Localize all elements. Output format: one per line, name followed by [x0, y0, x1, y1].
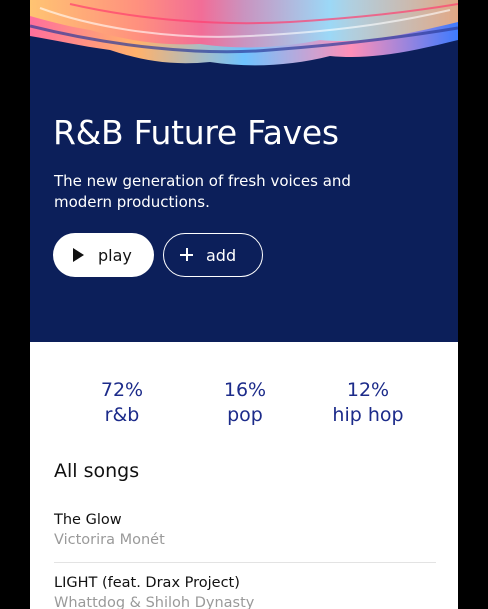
genre-stat-rnb: 72% r&b	[72, 378, 172, 428]
genre-name: pop	[227, 404, 263, 426]
add-button-label: add	[206, 245, 237, 265]
genre-percent: 16%	[223, 379, 267, 401]
playlist-screen: R&B Future Faves The new generation of f…	[30, 0, 458, 609]
song-list-item[interactable]: The Glow Victorira Monét	[54, 510, 436, 563]
genre-stat-hip-hop: 12% hip hop	[318, 378, 418, 428]
play-button-label: play	[98, 245, 132, 265]
genre-name: r&b	[104, 404, 140, 426]
song-title: The Glow	[54, 512, 122, 528]
playlist-title: R&B Future Faves	[53, 113, 339, 152]
song-list-item[interactable]: LIGHT (feat. Drax Project) Whattdog & Sh…	[54, 573, 436, 609]
song-title: LIGHT (feat. Drax Project)	[54, 575, 240, 591]
play-icon	[72, 248, 86, 262]
genre-percent: 72%	[100, 379, 144, 401]
add-button[interactable]: add	[163, 233, 263, 277]
genre-percent: 12%	[346, 379, 390, 401]
play-button[interactable]: play	[53, 233, 154, 277]
genre-stat-pop: 16% pop	[195, 378, 295, 428]
playlist-description: The new generation of fresh voices and m…	[54, 172, 351, 211]
plus-icon	[180, 248, 194, 262]
song-artist: Victorira Monét	[54, 532, 165, 548]
all-songs-heading: All songs	[54, 460, 140, 482]
playlist-header: R&B Future Faves The new generation of f…	[30, 0, 458, 342]
cover-art-image	[30, 0, 458, 66]
song-artist: Whattdog & Shiloh Dynasty	[54, 595, 255, 609]
genre-name: hip hop	[332, 404, 404, 426]
genre-breakdown: 72% r&b 16% pop 12% hip hop	[30, 378, 458, 430]
